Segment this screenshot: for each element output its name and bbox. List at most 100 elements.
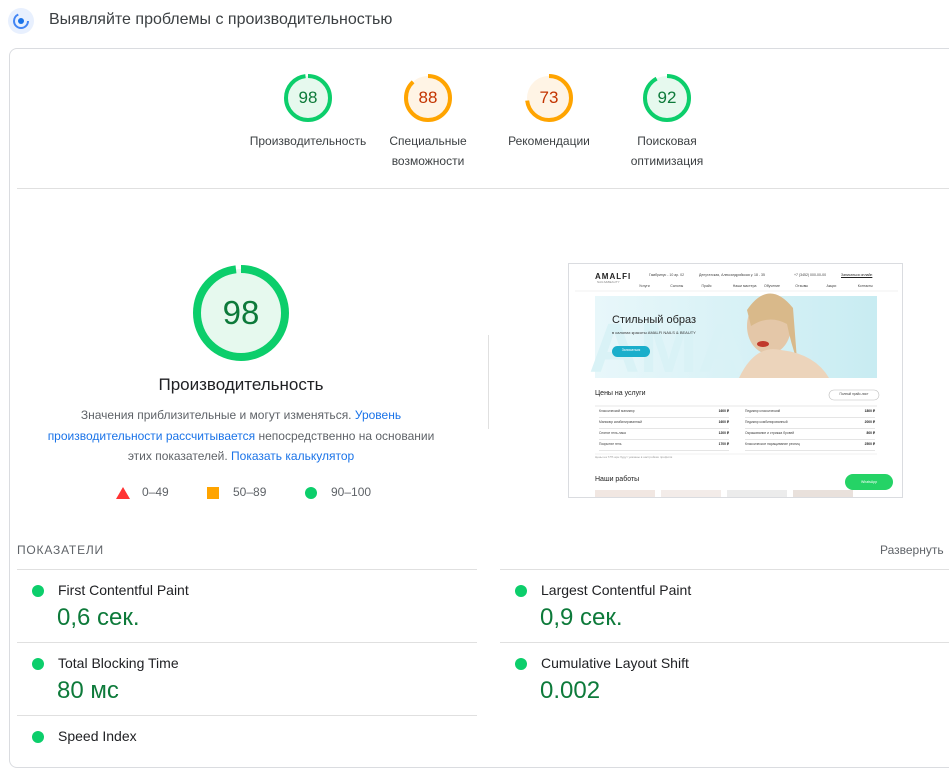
gauge-label: Производительность: [248, 131, 368, 151]
site-nav-item: Услуги: [639, 284, 650, 288]
gauge-label: Специальные возможности: [368, 131, 488, 171]
price-row: Классическое наращивание ресниц 2500 ₽: [745, 442, 875, 451]
metric-divider: [17, 715, 477, 716]
category-gauge[interactable]: 88: [403, 73, 453, 123]
price-row: Педикюр классический 1800 ₽: [745, 409, 875, 418]
metrics-title: ПОКАЗАТЕЛИ: [17, 543, 104, 557]
gauge-score: 98: [298, 88, 318, 107]
hero-subtitle: в салонах красоты AMALFI NAILS & BEAUTY: [612, 330, 696, 335]
show-calculator-link[interactable]: Показать калькулятор: [231, 449, 354, 463]
triangle-icon: [116, 487, 130, 499]
legend-average-range: 50–89: [233, 485, 267, 499]
price-value: 1200 ₽: [718, 431, 729, 435]
price-value: 2500 ₽: [864, 442, 875, 446]
legend-fail-range: 0–49: [142, 485, 169, 499]
metric-divider: [17, 569, 477, 570]
site-cta: Записаться онлайн: [841, 273, 873, 277]
vertical-divider: [488, 335, 489, 429]
metric-status-icon: [32, 585, 44, 597]
square-icon: [207, 487, 219, 499]
legend-pass-range: 90–100: [331, 485, 372, 499]
prices-note: Цены на ТЛТ-арн будут указаны в настройк…: [595, 455, 673, 459]
gauge-score: 88: [418, 88, 438, 107]
price-row: Окрашивание и стрижка бровей 800 ₽: [745, 431, 875, 440]
metric-status-icon: [515, 658, 527, 670]
price-name: Педикюр классический: [745, 409, 781, 413]
price-name: Педикюр комбинированный: [745, 420, 788, 424]
performance-title: Производительность: [158, 375, 324, 394]
price-value: 1600 ₽: [718, 420, 729, 424]
gauge-label-line: Производительность: [249, 134, 367, 148]
section-header: Выявляйте проблемы с производительностью: [0, 0, 949, 42]
price-name: Маникюр комбинированный: [599, 420, 642, 424]
price-row: Маникюр комбинированный 1600 ₽: [599, 420, 729, 429]
gauge-label-line: Рекомендации: [508, 134, 590, 148]
metric-divider: [500, 642, 949, 643]
hero-button: Записаться: [621, 348, 641, 352]
metric-name: First Contentful Paint: [58, 582, 189, 598]
gauge-label-line: Поисковая: [637, 134, 697, 148]
price-row: Педикюр комбинированный 2000 ₽: [745, 420, 875, 429]
metric-name: Speed Index: [58, 728, 137, 744]
gauge-label: Поисковая оптимизация: [607, 131, 727, 171]
speed-insights-icon: [8, 8, 34, 34]
price-value: 800 ₽: [866, 431, 875, 435]
metric-name: Total Blocking Time: [58, 655, 179, 671]
site-nav-item: Салоны: [670, 284, 684, 288]
gauge-score: 73: [539, 88, 559, 107]
site-address-2: Депутатская, Александрийская у. 18 - 35: [699, 273, 765, 277]
price-value: 2000 ₽: [864, 420, 875, 424]
description-text: Значения приблизительные и могут изменят…: [80, 408, 352, 422]
whatsapp-badge: WhatsApp: [861, 480, 878, 484]
circle-icon: [305, 487, 317, 499]
site-address-1: Гамбринус - 10 ар. 02: [649, 273, 685, 277]
gauge-score: 92: [657, 88, 677, 107]
gauge-label: Рекомендации: [489, 131, 609, 151]
metric-status-icon: [32, 658, 44, 670]
metric-name: Cumulative Layout Shift: [541, 655, 689, 671]
performance-score: 98: [222, 294, 260, 331]
price-value: 1800 ₽: [864, 409, 875, 413]
price-row: Покрытие гель 1700 ₽: [599, 442, 729, 451]
category-gauge[interactable]: 92: [642, 73, 692, 123]
gauge-label-line: Специальные: [389, 134, 467, 148]
price-name: Классическое наращивание ресниц: [745, 442, 800, 446]
gauge-label-line: оптимизация: [630, 154, 704, 168]
price-name: Покрытие гель: [599, 442, 622, 446]
prices-button: Полный прайс-лист: [839, 392, 869, 396]
metric-status-icon: [515, 585, 527, 597]
metric-value: 0,9 сек.: [540, 604, 623, 631]
metric-status-icon: [32, 731, 44, 743]
site-nav-item: Прайс: [701, 284, 712, 288]
metric-divider: [17, 642, 477, 643]
metric-value: 80 мс: [57, 677, 119, 704]
metric-value: 0.002: [540, 677, 601, 704]
site-logo-sub: NAILS&BEAUTY: [597, 280, 620, 284]
metric-divider: [500, 569, 949, 570]
expand-view-button[interactable]: Развернуть: [880, 543, 944, 557]
gauge-label-line: возможности: [391, 154, 465, 168]
price-value: 1600 ₽: [718, 409, 729, 413]
final-screenshot[interactable]: AMA AMALFI NAILS&BEAUTY Гамбринус - 10 а…: [568, 263, 903, 498]
section-title: Выявляйте проблемы с производительностью: [49, 11, 393, 28]
hero-title: Стильный образ: [612, 314, 697, 326]
performance-description: Значения приблизительные и могут изменят…: [40, 405, 442, 467]
price-row: Снятие гель-лака 1200 ₽: [599, 431, 729, 440]
price-name: Окрашивание и стрижка бровей: [745, 431, 795, 435]
site-nav-item: Контакты: [857, 284, 873, 288]
price-row: Классический маникюр 1600 ₽: [599, 409, 729, 418]
divider: [17, 188, 949, 189]
metric-name: Largest Contentful Paint: [541, 582, 692, 598]
site-nav: Услуги Салоны Прайс Наши мастера Обучение Отз…: [639, 284, 889, 290]
site-nav-item: Акции: [826, 284, 837, 288]
site-nav-item: Наши мастера: [732, 284, 757, 288]
price-value: 1700 ₽: [718, 442, 729, 446]
category-gauge[interactable]: 98: [283, 73, 333, 123]
prices-title: Цены на услуги: [595, 390, 646, 397]
price-name: Классический маникюр: [599, 409, 635, 413]
price-name: Снятие гель-лака: [599, 431, 626, 435]
site-nav-item: Отзывы: [795, 284, 809, 288]
category-gauge[interactable]: 73: [524, 73, 574, 123]
works-title: Наши работы: [595, 476, 640, 483]
site-phone: +7 (3452) 000-00-00: [794, 273, 827, 277]
